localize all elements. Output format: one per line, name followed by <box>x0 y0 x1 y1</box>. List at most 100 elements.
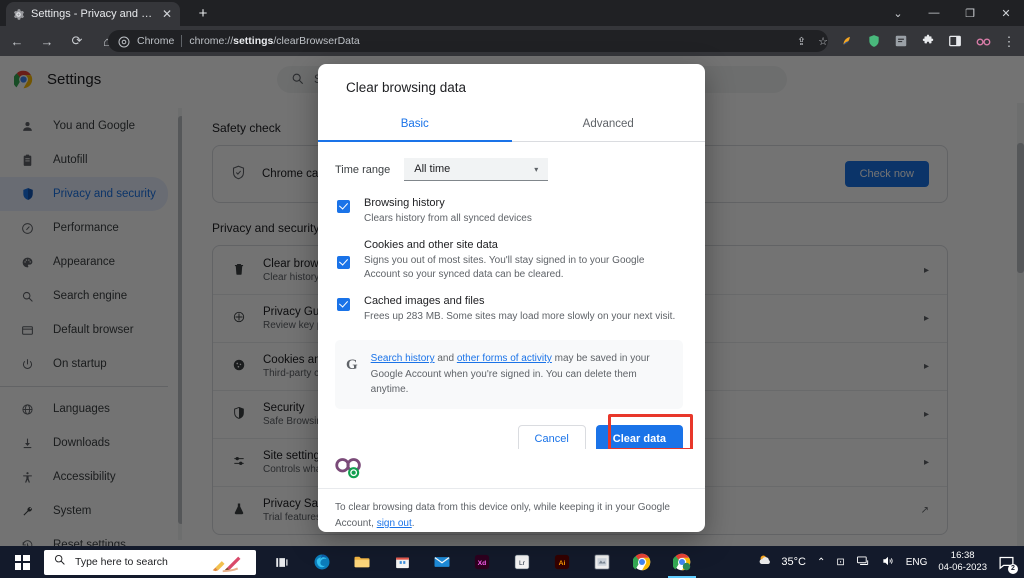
cancel-button[interactable]: Cancel <box>517 424 586 449</box>
windows-taskbar: Type here to search Xd Lr Ai 35°C ⌃ ⊡ EN… <box>0 546 1024 578</box>
close-icon[interactable]: ✕ <box>160 6 174 22</box>
omnibox-url: chrome://settings/clearBrowserData <box>189 35 359 47</box>
checkbox-cookies[interactable] <box>337 255 350 269</box>
other-forms-of-activity-link[interactable]: other forms of activity <box>457 353 552 364</box>
crescent-extension-icon[interactable] <box>840 34 854 48</box>
adobe-indesign-icon[interactable] <box>584 546 620 578</box>
url-prefix: chrome:// <box>189 35 234 47</box>
clear-data-button[interactable]: Clear data <box>595 424 683 449</box>
dialog-footer-text: To clear browsing data from this device … <box>318 489 705 532</box>
close-window-button[interactable]: ✕ <box>988 0 1024 26</box>
dialog-actions: Cancel Clear data <box>318 409 705 449</box>
notice-mid: and <box>434 353 457 364</box>
show-hidden-icons-chevron[interactable]: ⌃ <box>817 557 825 568</box>
option-texts: Cached images and files Frees up 283 MB.… <box>364 295 675 325</box>
infinity-extension-icon[interactable] <box>975 34 991 48</box>
adobe-illustrator-icon[interactable]: Ai <box>544 546 580 578</box>
address-bar[interactable]: Chrome chrome://settings/clearBrowserDat… <box>108 30 828 52</box>
gear-icon <box>12 8 25 21</box>
start-button[interactable] <box>0 546 44 578</box>
language-indicator[interactable]: ENG <box>906 557 928 568</box>
system-tray: 35°C ⌃ ⊡ ENG 16:38 04-06-2023 2 <box>757 550 1024 574</box>
shield-extension-icon[interactable] <box>867 34 881 48</box>
option-texts: Cookies and other site data Signs you ou… <box>364 239 681 283</box>
maximize-button[interactable]: ❐ <box>952 0 988 26</box>
browser-titlebar: Settings - Privacy and security ✕ + ⌄ — … <box>0 0 1024 26</box>
infinity-extension-icon <box>330 455 368 481</box>
puzzle-extensions-icon[interactable] <box>921 34 935 48</box>
file-explorer-icon[interactable] <box>344 546 380 578</box>
notification-count: 2 <box>1008 563 1018 574</box>
tab-title: Settings - Privacy and security <box>31 8 154 20</box>
mail-icon[interactable] <box>424 546 460 578</box>
option-cookies[interactable]: Cookies and other site data Signs you ou… <box>318 233 705 289</box>
option-title: Cached images and files <box>364 294 485 307</box>
forward-icon[interactable]: → <box>34 28 60 54</box>
checkbox-cached-images[interactable] <box>337 297 350 311</box>
network-icon[interactable] <box>856 554 870 571</box>
task-view-icon[interactable] <box>264 546 300 578</box>
bookmark-star-icon[interactable]: ☆ <box>818 35 828 48</box>
microsoft-store-icon[interactable] <box>384 546 420 578</box>
notification-center-icon[interactable]: 2 <box>998 554 1018 574</box>
volume-icon[interactable] <box>881 554 895 571</box>
omnibox-chip-label: Chrome <box>137 35 175 47</box>
taskbar-search-box[interactable]: Type here to search <box>44 549 256 575</box>
time-range-select[interactable]: All time ▾ <box>404 158 549 181</box>
back-icon[interactable]: ← <box>4 28 30 54</box>
url-host: settings <box>233 35 274 47</box>
weather-widget[interactable]: 35°C <box>757 552 806 572</box>
sidepanel-icon[interactable] <box>948 34 962 48</box>
option-description: Clears history from all synced devices <box>364 213 532 224</box>
adobe-lightroom-icon[interactable]: Lr <box>504 546 540 578</box>
google-account-notice: G Search history and other forms of acti… <box>335 340 683 409</box>
temperature-label: 35°C <box>781 556 806 568</box>
browser-tab[interactable]: Settings - Privacy and security ✕ <box>6 2 180 26</box>
chrome-menu-icon[interactable]: ⋮ <box>1002 34 1016 49</box>
new-tab-button[interactable]: + <box>192 4 214 24</box>
minimize-button[interactable]: — <box>916 0 952 26</box>
camera-icon[interactable]: ⊡ <box>836 557 844 568</box>
reader-extension-icon[interactable] <box>894 34 908 48</box>
clear-browsing-data-dialog: Clear browsing data Basic Advanced Time … <box>318 64 705 532</box>
edge-icon[interactable] <box>304 546 340 578</box>
chrome-active-icon[interactable] <box>664 546 700 578</box>
clock-date: 04-06-2023 <box>938 562 987 573</box>
extensions-tray: ⋮ <box>840 30 1016 52</box>
tab-basic[interactable]: Basic <box>318 109 512 141</box>
dialog-promo-strip <box>318 449 705 489</box>
chevron-down-icon: ▾ <box>534 164 539 174</box>
windows-logo-icon <box>14 554 30 570</box>
option-description: Frees up 283 MB. Some sites may load mor… <box>364 310 676 322</box>
option-title: Cookies and other site data <box>364 238 498 251</box>
checkbox-browsing-history[interactable] <box>337 200 350 213</box>
taskbar-pinned-apps: Xd Lr Ai <box>264 546 700 578</box>
dialog-body: Time range All time ▾ Browsing history C… <box>318 142 705 449</box>
share-icon[interactable]: ⇪ <box>797 35 806 48</box>
screen: Settings - Privacy and security ✕ + ⌄ — … <box>0 0 1024 578</box>
omnibox-actions: ⇪ ☆ <box>797 30 828 52</box>
option-title: Browsing history <box>364 197 445 209</box>
sign-out-link[interactable]: sign out <box>377 518 412 529</box>
svg-text:Ai: Ai <box>559 560 566 567</box>
search-history-link[interactable]: Search history <box>371 353 435 364</box>
window-controls: ⌄ — ❐ ✕ <box>880 0 1024 26</box>
google-g-icon: G <box>346 357 358 373</box>
active-tab-indicator <box>318 140 512 142</box>
time-range-value: All time <box>414 163 451 175</box>
time-range-row: Time range All time ▾ <box>318 142 705 191</box>
dialog-title: Clear browsing data <box>346 80 467 95</box>
url-path: /clearBrowserData <box>273 35 360 47</box>
option-browsing-history[interactable]: Browsing history Clears history from all… <box>318 191 705 233</box>
adobe-xd-icon[interactable]: Xd <box>464 546 500 578</box>
chrome-icon[interactable] <box>624 546 660 578</box>
reload-icon[interactable]: ⟳ <box>64 28 90 54</box>
tab-advanced[interactable]: Advanced <box>512 109 706 141</box>
option-cached-images[interactable]: Cached images and files Frees up 283 MB.… <box>318 289 705 331</box>
taskbar-search-placeholder: Type here to search <box>75 556 168 568</box>
clock[interactable]: 16:38 04-06-2023 <box>938 550 987 574</box>
tab-search-icon[interactable]: ⌄ <box>880 0 916 26</box>
time-range-label: Time range <box>335 163 391 176</box>
option-description: Signs you out of most sites. You'll stay… <box>364 254 645 281</box>
omnibox-divider <box>181 35 183 47</box>
